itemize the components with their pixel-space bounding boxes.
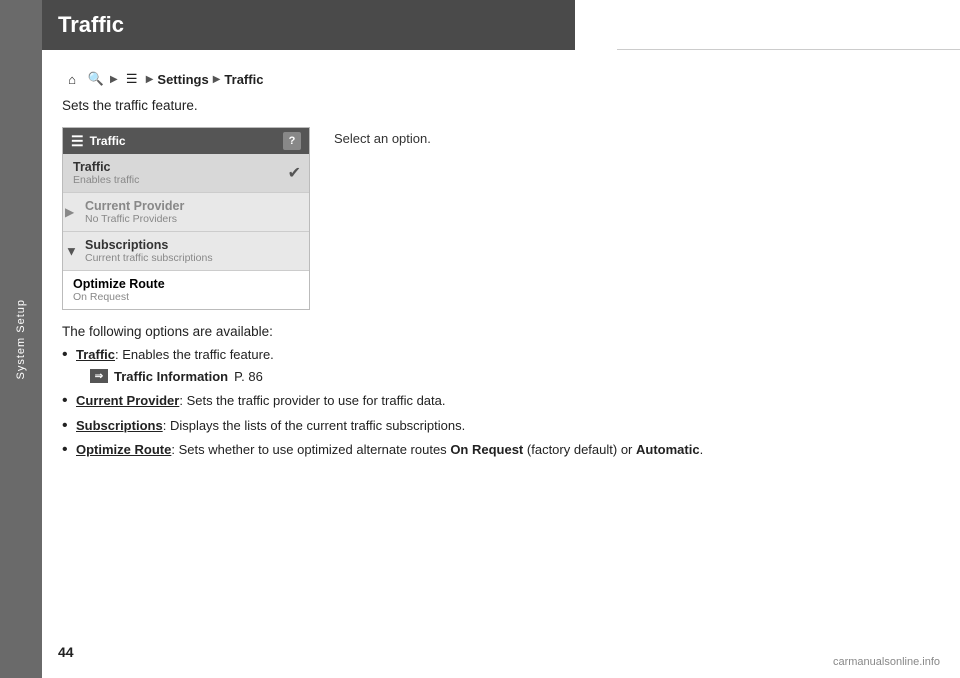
list-item-subscriptions: Subscriptions: Displays the lists of the…	[62, 416, 930, 436]
colon-provider: :	[179, 393, 183, 408]
text-optimize-prefix: Sets whether to use optimized alternate …	[179, 442, 451, 457]
term-current-provider: Current Provider	[76, 393, 179, 408]
page-header-bar: Traffic	[42, 0, 575, 50]
menu-header-left: ☰ Traffic	[71, 133, 126, 150]
menu-item-provider-subtitle: No Traffic Providers	[73, 213, 299, 225]
menu-item-traffic[interactable]: Traffic Enables traffic ✔	[63, 154, 309, 193]
text-subscriptions: Displays the lists of the current traffi…	[170, 418, 465, 433]
menu-item-optimize-subtitle: On Request	[73, 291, 299, 303]
colon-optimize: :	[171, 442, 175, 457]
menu-box-title: Traffic	[90, 134, 126, 148]
page-number: 44	[58, 644, 74, 660]
menu-hamburger-icon: ☰	[71, 133, 84, 150]
right-arrow-icon: ▶	[65, 205, 74, 219]
breadcrumb: ⌂ 🔍 ▶ ☰ ▶ Settings ▶ Traffic	[62, 70, 930, 88]
select-prompt: Select an option.	[334, 127, 431, 146]
menu-item-traffic-subtitle: Enables traffic	[73, 174, 299, 186]
menu-item-traffic-title: Traffic	[73, 160, 299, 174]
list-item-current-provider: Current Provider: Sets the traffic provi…	[62, 391, 930, 411]
reference-icon: ⇒	[90, 369, 108, 383]
menu-item-optimize-route[interactable]: Optimize Route On Request	[63, 271, 309, 309]
menu-item-current-provider[interactable]: ▶ Current Provider No Traffic Providers	[63, 193, 309, 232]
home-icon: ⌂	[62, 70, 82, 88]
menu-box: ☰ Traffic ? Traffic Enables traffic ✔ ▶ …	[62, 127, 310, 310]
desc-intro: The following options are available:	[62, 324, 930, 339]
list-item-traffic: Traffic: Enables the traffic feature. ⇒ …	[62, 345, 930, 386]
breadcrumb-settings: Settings	[157, 72, 208, 87]
watermark: carmanualsonline.info	[833, 656, 940, 668]
menu-item-subscriptions-subtitle: Current traffic subscriptions	[73, 252, 299, 264]
main-content: Traffic ⌂ 🔍 ▶ ☰ ▶ Settings ▶ Traffic Set…	[42, 0, 960, 678]
menu-and-desc: ☰ Traffic ? Traffic Enables traffic ✔ ▶ …	[62, 127, 930, 310]
description-section: The following options are available: Tra…	[62, 324, 930, 460]
breadcrumb-traffic: Traffic	[224, 72, 263, 87]
menu-item-provider-title: Current Provider	[73, 199, 299, 213]
term-subscriptions: Subscriptions	[76, 418, 163, 433]
colon-traffic: :	[115, 347, 119, 362]
term-optimize-route: Optimize Route	[76, 442, 171, 457]
reference-label: Traffic Information	[114, 367, 228, 387]
menu-icon: ☰	[122, 70, 142, 88]
breadcrumb-arrow-2: ▶	[146, 74, 154, 85]
term-traffic: Traffic	[76, 347, 115, 362]
search-icon: 🔍	[86, 70, 106, 88]
page-title: Traffic	[58, 12, 124, 38]
checkmark-icon: ✔	[288, 163, 301, 183]
content-area: ⌂ 🔍 ▶ ☰ ▶ Settings ▶ Traffic Sets the tr…	[42, 50, 960, 485]
text-optimize-suffix: .	[700, 442, 704, 457]
menu-item-subscriptions[interactable]: ▼ Subscriptions Current traffic subscrip…	[63, 232, 309, 271]
description-list: Traffic: Enables the traffic feature. ⇒ …	[62, 345, 930, 460]
menu-item-subscriptions-title: Subscriptions	[73, 238, 299, 252]
text-traffic: Enables the traffic feature.	[122, 347, 274, 362]
sidebar-label: System Setup	[15, 299, 27, 379]
reference-page: P. 86	[234, 367, 263, 387]
intro-text: Sets the traffic feature.	[62, 98, 930, 113]
reference-line: ⇒ Traffic Information P. 86	[76, 367, 930, 387]
menu-item-optimize-title: Optimize Route	[73, 277, 299, 291]
colon-subscriptions: :	[163, 418, 167, 433]
sidebar: System Setup	[0, 0, 42, 678]
breadcrumb-arrow-3: ▶	[213, 74, 221, 85]
automatic-label: Automatic	[636, 442, 700, 457]
breadcrumb-arrow-1: ▶	[110, 74, 118, 85]
list-item-optimize-route: Optimize Route: Sets whether to use opti…	[62, 440, 930, 460]
down-arrow-icon: ▼	[65, 244, 78, 259]
menu-box-header: ☰ Traffic ?	[63, 128, 309, 154]
help-button[interactable]: ?	[283, 132, 301, 150]
on-request-label: On Request	[450, 442, 523, 457]
text-current-provider: Sets the traffic provider to use for tra…	[187, 393, 446, 408]
text-optimize-mid: (factory default) or	[523, 442, 636, 457]
